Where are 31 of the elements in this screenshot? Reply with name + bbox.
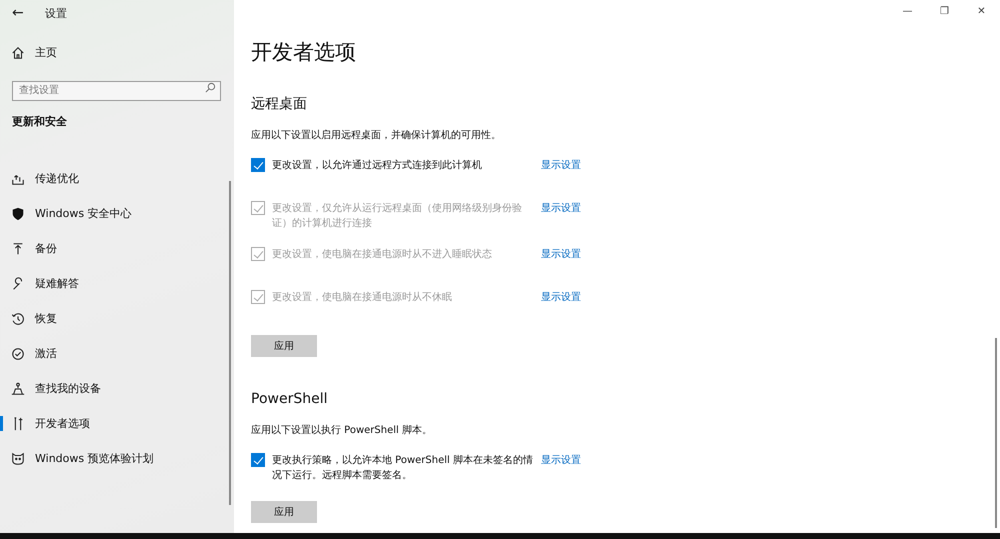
option-label: 更改设置，使电脑在接通电源时从不休眠 — [272, 290, 453, 305]
option-label: 更改设置，以允许通过远程方式连接到此计算机 — [272, 158, 483, 173]
window-title: 设置 — [45, 6, 67, 20]
sidebar-item[interactable]: Windows 安全中心 — [0, 196, 234, 231]
section-description: 应用以下设置以启用远程桌面，并确保计算机的可用性。 — [251, 128, 502, 142]
option-label: 更改执行策略，以允许本地 PowerShell 脚本在未签名的情况下运行。远程脚本需要签名。 — [272, 454, 534, 483]
apply-button[interactable]: 应用 — [251, 335, 317, 357]
sidebar-item[interactable]: 开发者选项 — [0, 406, 234, 441]
search-field[interactable]: 查找设置 — [12, 80, 221, 100]
option-label: 更改设置，仅允许从运行远程桌面（使用网络级别身份验证）的计算机进行连接 — [272, 202, 523, 231]
show-settings-link[interactable]: 显示设置 — [541, 453, 581, 468]
section-heading: PowerShell — [251, 390, 328, 409]
sidebar-item[interactable]: 备份 — [0, 231, 234, 266]
window-control-button[interactable]: ✕ — [963, 0, 1000, 22]
window-control-button[interactable]: — — [889, 0, 926, 22]
sidebar-item[interactable]: 查找我的设备 — [0, 371, 234, 406]
sidebar-item[interactable]: 传递优化 — [0, 161, 234, 196]
back-button[interactable]: ← — [12, 5, 45, 21]
home-link[interactable]: 主页 — [35, 45, 57, 60]
option-label: 更改设置，使电脑在接通电源时从不进入睡眠状态 — [272, 248, 493, 262]
sidebar-item[interactable]: 激活 — [0, 336, 234, 371]
apply-button[interactable]: 应用 — [251, 501, 317, 523]
sidebar-item[interactable]: 恢复 — [0, 301, 234, 336]
section-heading: 远程桌面 — [251, 95, 308, 114]
page-title: 开发者选项 — [251, 39, 357, 66]
show-settings-link[interactable]: 显示设置 — [541, 158, 581, 173]
window-control-button[interactable]: ❐ — [926, 0, 963, 22]
section-heading: 更新和安全 — [12, 114, 68, 129]
sidebar-item[interactable]: 疑难解答 — [0, 266, 234, 301]
section-description: 应用以下设置以执行 PowerShell 脚本。 — [251, 424, 433, 437]
sidebar-item[interactable]: Windows 预览体验计划 — [0, 441, 234, 476]
